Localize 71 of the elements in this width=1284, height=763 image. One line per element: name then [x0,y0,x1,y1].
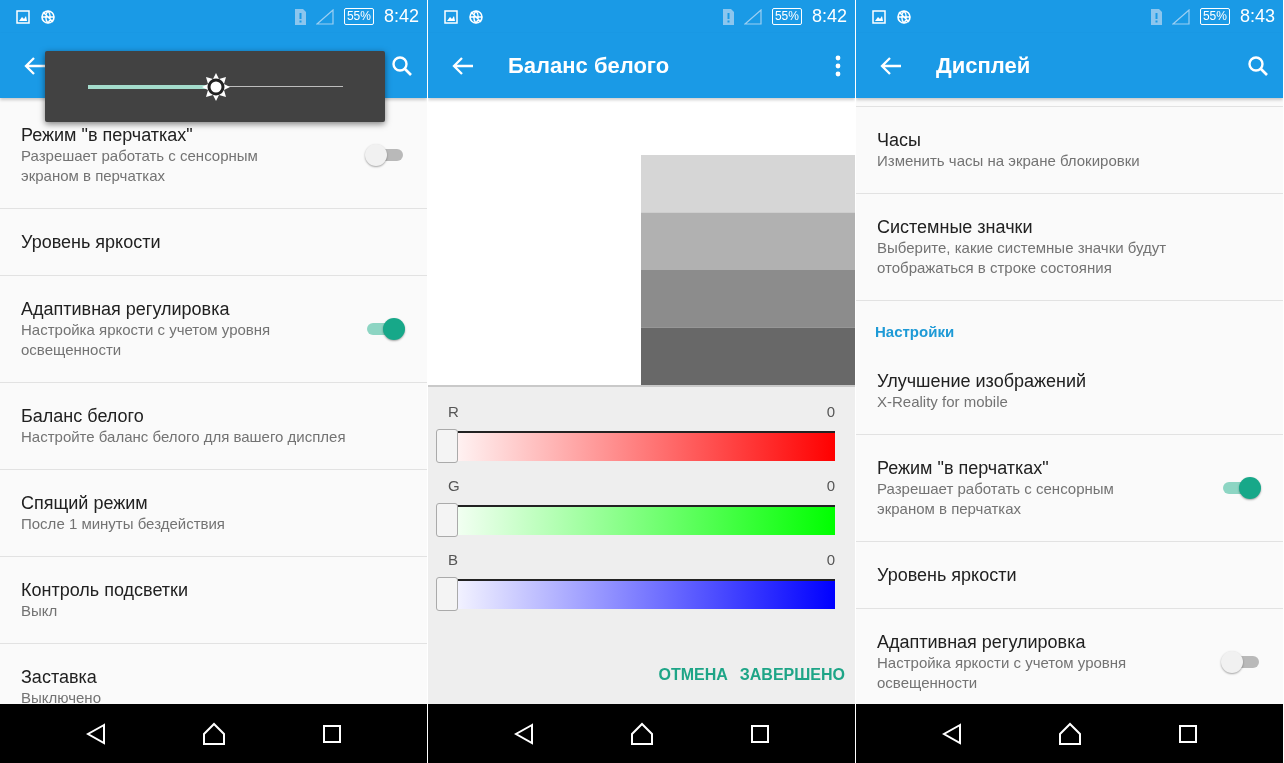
setting-title[interactable]: Адаптивная регулировка [21,298,285,320]
toggle-switch[interactable] [365,143,405,167]
clock-time: 8:42 [383,6,419,27]
section-header: Настройки [874,322,956,342]
sim-card-icon [1150,8,1162,25]
setting-summary: Разрешает работать с сенсорным экраном в перчатках [21,146,259,186]
more-options-icon[interactable] [835,54,841,77]
back-icon[interactable] [941,722,962,745]
channel-label: G [448,476,460,496]
setting-summary: Разрешает работать с сенсорным экраном в перчатках [877,479,1115,519]
setting-title[interactable]: Адаптивная регулировка [877,631,1141,653]
recents-icon[interactable] [750,724,769,743]
search-icon[interactable] [391,54,413,77]
battery-indicator: 55% [343,8,374,25]
channel-value: 0 [826,476,835,496]
clock-time: 8:43 [1239,6,1275,27]
setting-summary: Выключено [21,688,102,704]
channel-label: R [448,402,459,422]
battery-indicator: 55% [771,8,802,25]
channel-label: B [448,550,458,570]
setting-title[interactable]: Спящий режим [21,492,407,514]
setting-title[interactable]: Контроль подсветки [21,579,407,601]
signal-icon [1171,8,1190,25]
setting-summary: Изменить часы на экране блокировки [877,151,1141,171]
home-icon[interactable] [1057,721,1082,746]
sim-card-icon [722,8,734,25]
image-icon [444,9,458,24]
battery-indicator: 55% [1199,8,1230,25]
clock-time: 8:42 [811,6,847,27]
setting-summary: Выберите, какие системные значки будут отображаться в строке состояния [877,238,1168,278]
recents-icon[interactable] [1178,724,1197,743]
signal-icon [315,8,334,25]
setting-summary: Настройка яркости с учетом уровня освещенности [877,653,1128,693]
screen-title: Дисплей [936,52,1031,79]
screen-title: Баланс белого [508,52,670,79]
setting-title[interactable]: Улучшение изображений [877,370,1263,392]
setting-title[interactable]: Системные значки [877,216,1263,238]
setting-title[interactable]: Уровень яркости [877,564,1263,586]
signal-icon [743,8,762,25]
home-icon[interactable] [629,721,654,746]
image-icon [872,9,886,24]
setting-summary: Настройте баланс белого для вашего дисплея [21,427,347,447]
color-slider[interactable] [437,505,835,535]
sim-card-icon [294,8,306,25]
toggle-switch[interactable] [365,317,405,341]
slider-thumb[interactable] [436,429,458,463]
setting-summary: Настройка яркости с учетом уровня освещенности [21,320,272,360]
slider-thumb[interactable] [436,577,458,611]
color-slider[interactable] [437,431,835,461]
channel-value: 0 [826,550,835,570]
setting-title[interactable]: Уровень яркости [21,231,407,253]
setting-summary: X-Reality for mobile [877,392,1009,412]
back-icon[interactable] [513,722,534,745]
setting-title[interactable]: Режим "в перчатках" [877,457,1141,479]
toggle-switch[interactable] [1221,476,1261,500]
slider-thumb[interactable] [436,503,458,537]
color-slider[interactable] [437,579,835,609]
recents-icon[interactable] [322,724,341,743]
setting-title[interactable]: Часы [877,129,1263,151]
home-icon[interactable] [201,721,226,746]
setting-summary: После 1 минуты бездействия [21,514,226,534]
setting-title[interactable]: Заставка [21,666,407,688]
back-icon[interactable] [85,722,106,745]
setting-title[interactable]: Режим "в перчатках" [21,124,285,146]
setting-title[interactable]: Баланс белого [21,405,407,427]
search-icon[interactable] [1247,54,1269,77]
toggle-switch[interactable] [1221,650,1261,674]
image-icon [16,9,30,24]
back-arrow-icon[interactable] [24,56,46,75]
setting-summary: Выкл [21,601,59,621]
channel-value: 0 [826,402,835,422]
